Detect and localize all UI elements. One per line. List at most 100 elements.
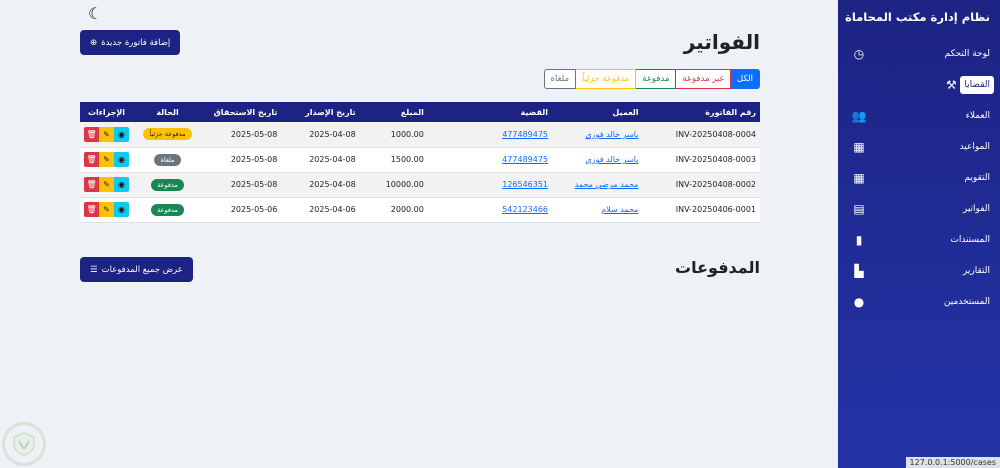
due-date: 2025-05-08 bbox=[201, 147, 282, 173]
sidebar-item-label: لوحة التحكم bbox=[944, 48, 990, 59]
invoice-amount: 1500.00 bbox=[359, 147, 428, 173]
calendar-grid-icon: ▦ bbox=[853, 170, 865, 185]
sidebar-item-5[interactable]: الفواتير ▤ bbox=[838, 193, 1000, 224]
url-hint: 127.0.0.1:5000/cases bbox=[905, 457, 1000, 468]
filter-all[interactable]: الكل bbox=[729, 69, 760, 89]
edit-icon[interactable]: ✎ bbox=[99, 152, 115, 167]
document-icon: ▮ bbox=[855, 232, 863, 247]
sidebar-item-label: المستندات bbox=[950, 234, 990, 245]
shield-icon bbox=[13, 432, 35, 456]
dashboard-icon: ◷ bbox=[853, 46, 865, 61]
header-number: رقم الفاتورة bbox=[642, 102, 760, 122]
sidebar-item-label: التقويم bbox=[964, 172, 990, 183]
table-row: INV-20250408-0003 ياسر خالد فوزي 477489475… bbox=[80, 147, 760, 173]
client-link[interactable]: محمد سلام bbox=[601, 205, 638, 214]
due-date: 2025-05-06 bbox=[201, 197, 282, 223]
list-icon: ☰ bbox=[90, 264, 98, 275]
user-gear-icon: ● bbox=[853, 294, 865, 309]
header-actions: الإجراءات bbox=[80, 102, 134, 122]
invoice-amount: 2000.00 bbox=[359, 197, 428, 223]
delete-icon[interactable]: 🗑 bbox=[84, 177, 100, 192]
invoice-number: INV-20250408-0004 bbox=[642, 122, 760, 148]
table-row: INV-20250406-0001 محمد سلام 542123466 2000.… bbox=[80, 197, 760, 223]
status-badge: مدفوعة bbox=[151, 203, 184, 216]
view-icon[interactable]: ◉ bbox=[114, 177, 130, 192]
due-date: 2025-05-08 bbox=[201, 172, 282, 198]
status-badge: مدفوعة bbox=[151, 178, 184, 191]
issue-date: 2025-04-08 bbox=[281, 147, 360, 173]
chart-icon: ▙ bbox=[854, 263, 864, 278]
status-badge: مدفوعة جزئياً bbox=[143, 128, 192, 141]
page-title: الفواتير bbox=[683, 30, 760, 54]
invoice-number: INV-20250408-0002 bbox=[642, 172, 760, 198]
plus-circle-icon: ⊕ bbox=[90, 37, 98, 48]
table-row: INV-20250408-0004 ياسر خالد فوزي 477489475… bbox=[80, 122, 760, 148]
issue-date: 2025-04-06 bbox=[281, 197, 360, 223]
sidebar-item-label: التقارير bbox=[962, 265, 990, 276]
filter-unpaid[interactable]: غير مدفوعة bbox=[675, 69, 731, 89]
client-link[interactable]: محمد مرضي محمد bbox=[575, 180, 639, 189]
add-invoice-button[interactable]: ⊕ إضافة فاتورة جديدة bbox=[80, 30, 181, 55]
calendar-icon: ▦ bbox=[853, 139, 865, 154]
sidebar-item-6[interactable]: المستندات ▮ bbox=[838, 224, 1000, 255]
header-status: الحالة bbox=[133, 102, 202, 122]
delete-icon[interactable]: 🗑 bbox=[84, 152, 100, 167]
table-row: INV-20250408-0002 محمد مرضي محمد 126546351… bbox=[80, 172, 760, 198]
sidebar-item-label: المواعيد bbox=[959, 141, 990, 152]
sidebar-item-1[interactable]: القضايا ⚒ bbox=[838, 69, 1000, 100]
view-all-payments-button[interactable]: ☰ عرض جميع المدفوعات bbox=[80, 257, 193, 282]
header-due-date: تاريخ الاستحقاق bbox=[201, 102, 282, 122]
client-link[interactable]: ياسر خالد فوزي bbox=[585, 130, 638, 139]
header-amount: المبلغ bbox=[359, 102, 428, 122]
sidebar-item-3[interactable]: المواعيد ▦ bbox=[838, 131, 1000, 162]
sidebar: نظام إدارة مكتب المحاماة لوحة التحكم ◷ الق… bbox=[838, 0, 1000, 468]
due-date: 2025-05-08 bbox=[201, 122, 282, 148]
sidebar-item-label: الفواتير bbox=[962, 203, 990, 214]
case-link[interactable]: 126546351 bbox=[502, 180, 548, 189]
invoice-amount: 10000.00 bbox=[359, 172, 428, 198]
edit-icon[interactable]: ✎ bbox=[99, 177, 115, 192]
delete-icon[interactable]: 🗑 bbox=[84, 202, 100, 217]
case-link[interactable]: 477489475 bbox=[502, 130, 548, 139]
filter-partial[interactable]: مدفوعة جزئياً bbox=[575, 69, 637, 89]
brand-title: نظام إدارة مكتب المحاماة bbox=[845, 10, 990, 24]
payments-title: المدفوعات bbox=[675, 258, 760, 277]
invoice-icon: ▤ bbox=[853, 201, 865, 216]
invoice-number: INV-20250406-0001 bbox=[642, 197, 760, 223]
filter-paid[interactable]: مدفوعة bbox=[635, 69, 677, 89]
users-icon: 👥 bbox=[851, 108, 867, 123]
sidebar-item-label: القضايا bbox=[960, 75, 994, 94]
sidebar-item-0[interactable]: لوحة التحكم ◷ bbox=[838, 38, 1000, 69]
header-client: العميل bbox=[552, 102, 643, 122]
invoices-table: رقم الفاتورة العميل القضية المبلغ تاريخ … bbox=[80, 102, 760, 223]
view-icon[interactable]: ◉ bbox=[114, 202, 130, 217]
watermark-logo bbox=[2, 422, 46, 466]
sidebar-item-4[interactable]: التقويم ▦ bbox=[838, 162, 1000, 193]
view-icon[interactable]: ◉ bbox=[114, 126, 130, 142]
client-link[interactable]: ياسر خالد فوزي bbox=[585, 155, 638, 164]
issue-date: 2025-04-08 bbox=[281, 172, 360, 198]
invoice-number: INV-20250408-0003 bbox=[642, 147, 760, 173]
sidebar-item-label: المستخدمين bbox=[943, 296, 990, 307]
sidebar-item-label: العملاء bbox=[965, 110, 990, 121]
case-link[interactable]: 542123466 bbox=[502, 205, 548, 214]
invoice-filters: الكل غير مدفوعة مدفوعة مدفوعة جزئياً ملغ… bbox=[543, 69, 760, 89]
sidebar-item-2[interactable]: العملاء 👥 bbox=[838, 100, 1000, 131]
filter-cancelled[interactable]: ملغاة bbox=[543, 69, 577, 89]
sidebar-item-8[interactable]: المستخدمين ● bbox=[838, 286, 1000, 317]
delete-icon[interactable]: 🗑 bbox=[84, 126, 100, 142]
header-case: القضية bbox=[427, 102, 553, 122]
sidebar-item-7[interactable]: التقارير ▙ bbox=[838, 255, 1000, 286]
case-link[interactable]: 477489475 bbox=[502, 155, 548, 164]
issue-date: 2025-04-08 bbox=[281, 122, 360, 148]
edit-icon[interactable]: ✎ bbox=[99, 126, 115, 142]
main-content: ☾ ⊕ إضافة فاتورة جديدة الفواتير الكل غير… bbox=[80, 0, 760, 468]
edit-icon[interactable]: ✎ bbox=[99, 202, 115, 217]
status-badge: ملغاة bbox=[154, 153, 181, 166]
dark-mode-toggle-icon[interactable]: ☾ bbox=[88, 4, 102, 23]
invoice-amount: 1000.00 bbox=[359, 122, 428, 148]
header-issue-date: تاريخ الإصدار bbox=[281, 102, 360, 122]
view-icon[interactable]: ◉ bbox=[114, 152, 130, 167]
gavel-icon: ⚒ bbox=[946, 77, 957, 92]
sidebar-nav: لوحة التحكم ◷ القضايا ⚒ العملاء 👥 المواعيد ▦ الت… bbox=[838, 38, 1000, 317]
